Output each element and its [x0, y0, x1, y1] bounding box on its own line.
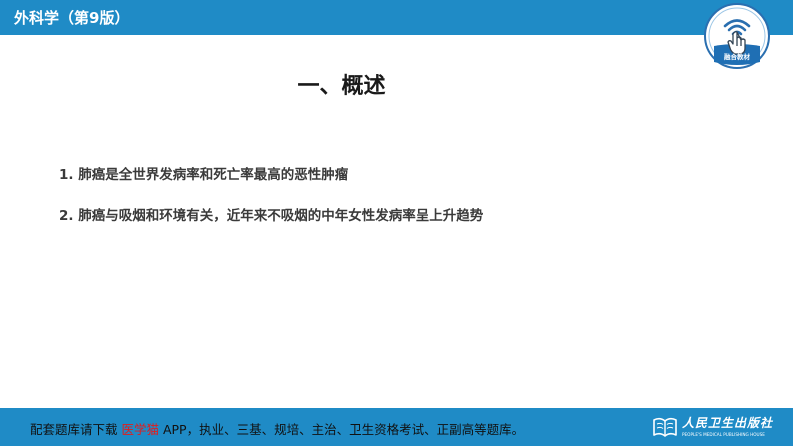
footer-text-suffix: APP，执业、三基、规培、主治、卫生资格考试、正副高等题库。 — [159, 422, 525, 437]
publisher-english-name: PEOPLE'S MEDICAL PUBLISHING HOUSE — [682, 432, 765, 437]
book-title: 外科学（第9版） — [14, 9, 130, 27]
footer-bar: 配套题库请下载 医学猫 APP，执业、三基、规培、主治、卫生资格考试、正副高等题… — [0, 408, 793, 446]
footer-text-prefix: 配套题库请下载 — [30, 422, 122, 437]
publisher-logo: 人民卫生出版社 PEOPLE'S MEDICAL PUBLISHING HOUS… — [652, 413, 790, 443]
publisher-name: 人民卫生出版社 — [682, 416, 774, 430]
book-logo-icon — [653, 417, 677, 437]
section-title: 一、概述 — [297, 74, 386, 99]
bullet-item: 1. 肺癌是全世界发病率和死亡率最高的恶性肿瘤 — [59, 167, 349, 183]
bullet-item: 2. 肺癌与吸烟和环境有关，近年来不吸烟的中年女性发病率呈上升趋势 — [59, 208, 484, 224]
app-name-link[interactable]: 医学猫 — [121, 422, 159, 437]
badge-label: 融合教材 — [724, 53, 750, 61]
header-bar: 外科学（第9版） — [0, 0, 793, 35]
footer-notice: 配套题库请下载 医学猫 APP，执业、三基、规培、主治、卫生资格考试、正副高等题… — [30, 419, 524, 438]
fusion-textbook-badge: 融合教材 — [703, 2, 771, 70]
